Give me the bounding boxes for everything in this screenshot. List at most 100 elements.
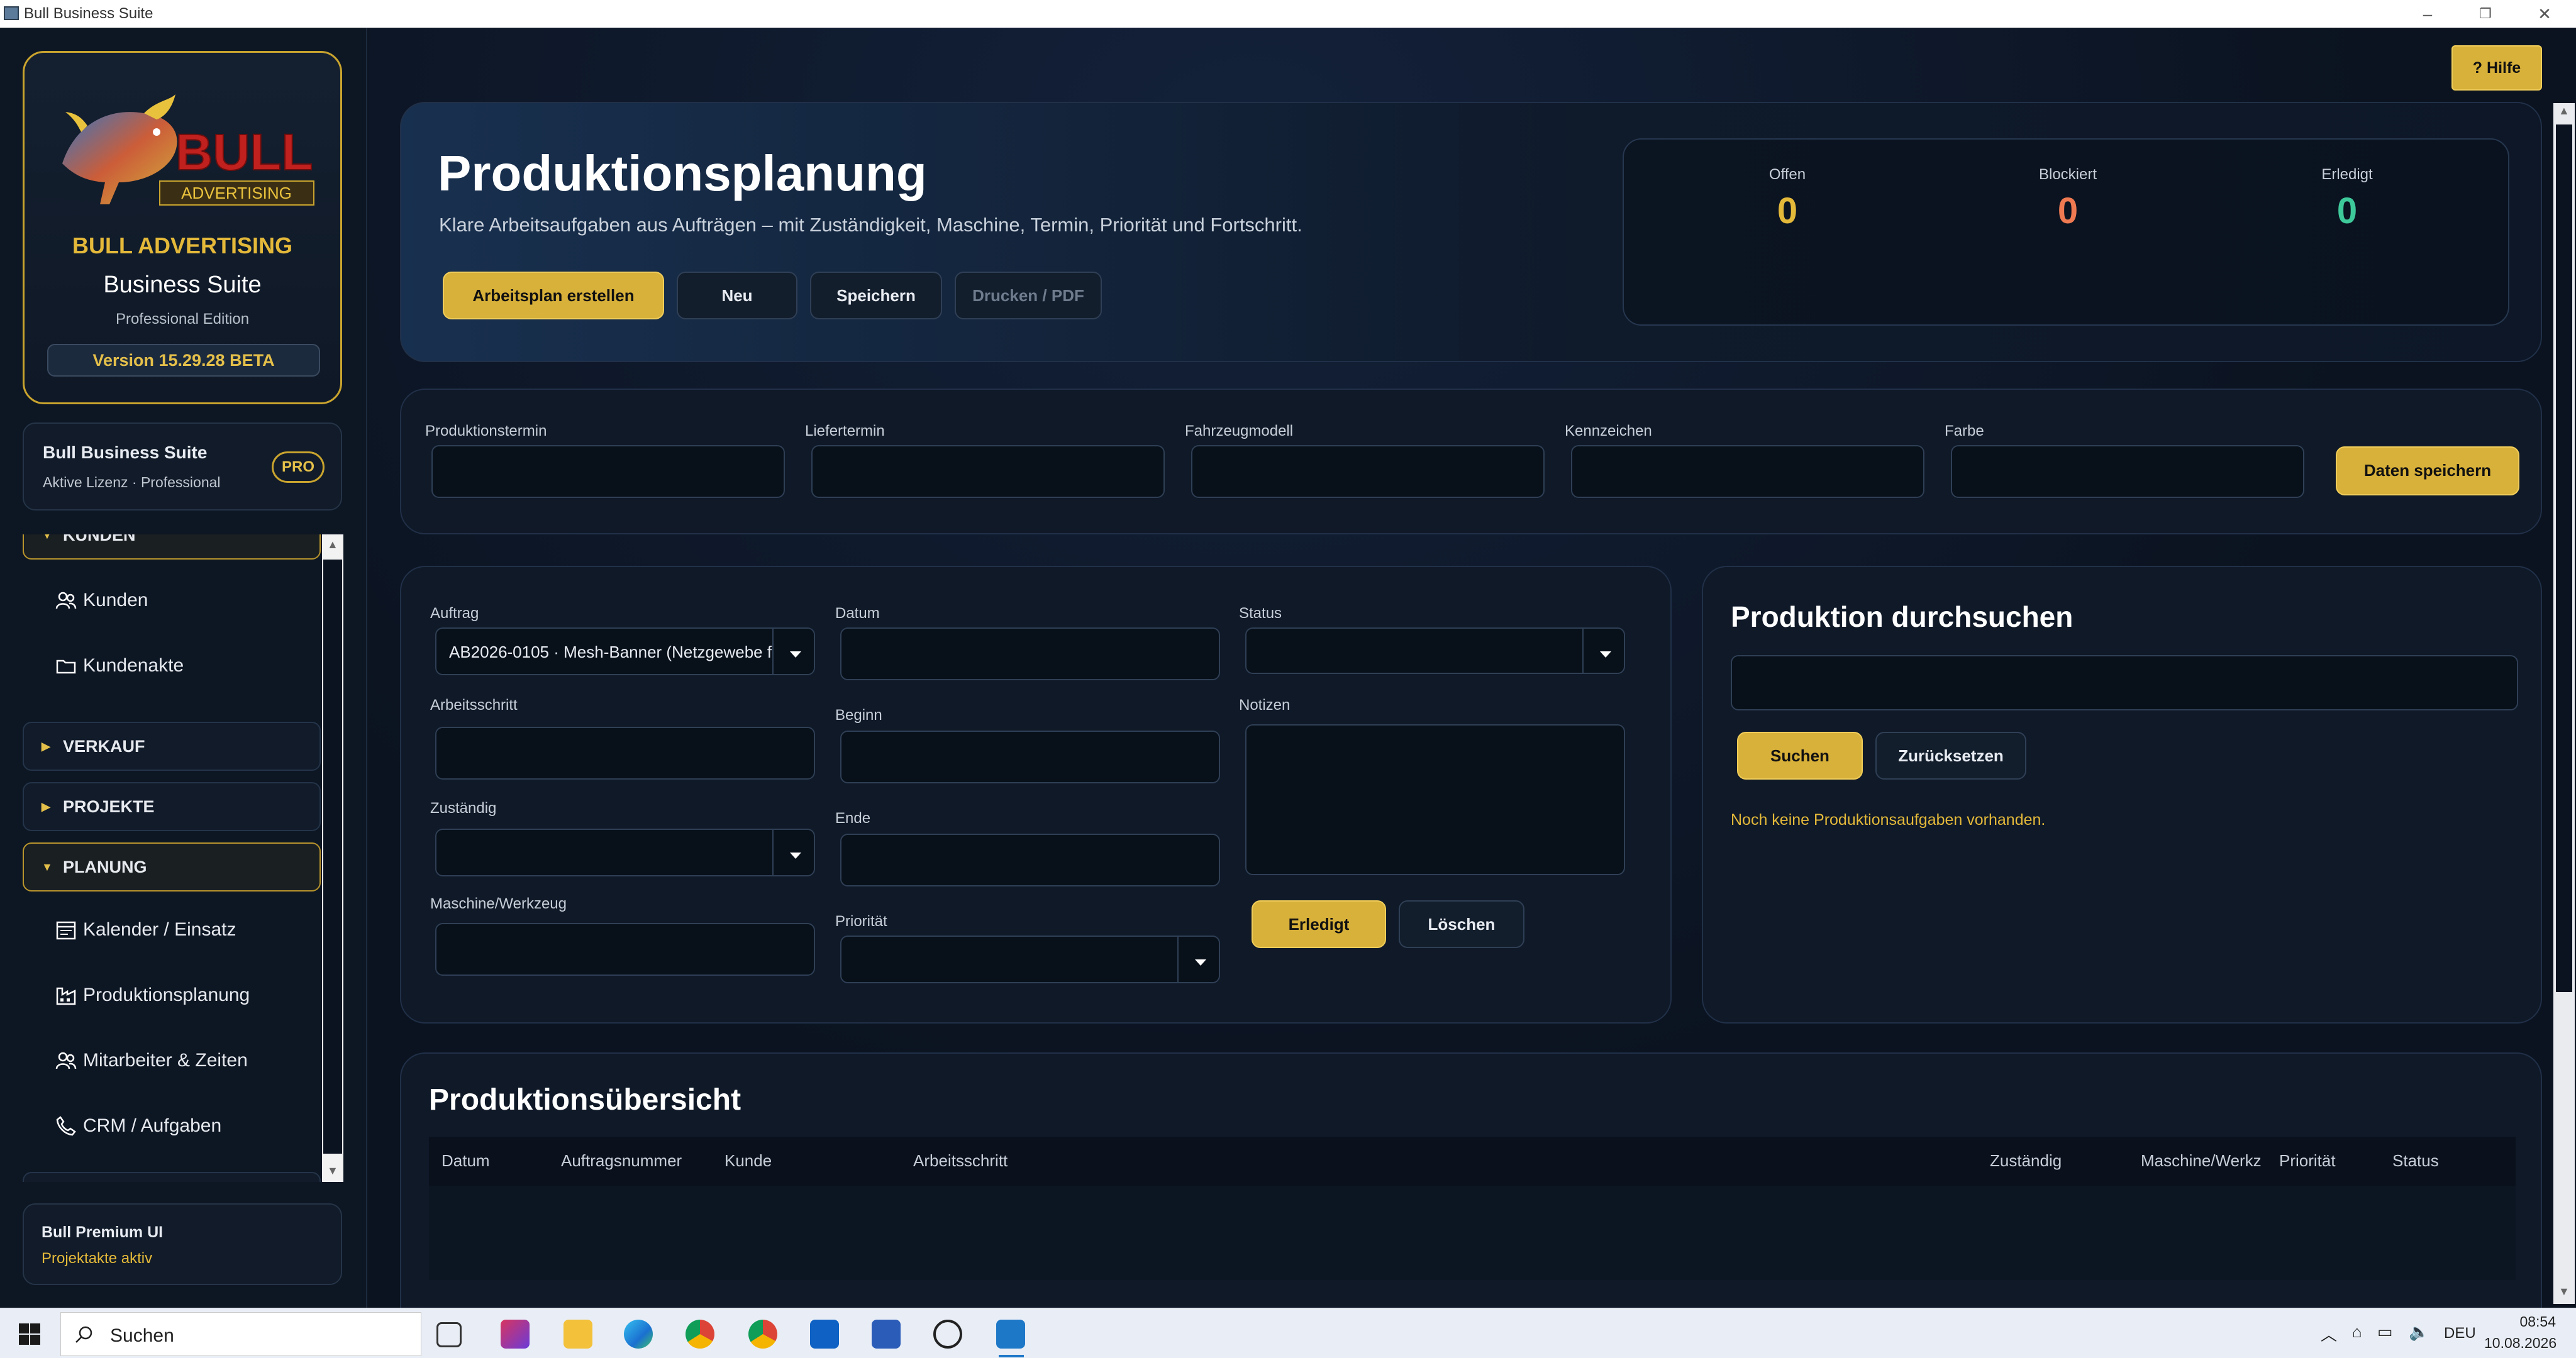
license-card: Bull Business Suite Aktive Lizenz · Prof… [23,422,342,511]
prioritaet-select[interactable] [840,936,1220,983]
nav-item-kundenakte[interactable]: Kundenakte [23,638,321,694]
col-kunde[interactable]: Kunde [724,1137,772,1184]
app-icon-1[interactable] [501,1320,530,1349]
scroll-down-icon[interactable]: ▼ [327,1164,338,1178]
tray-chevron-icon[interactable]: ︿ [2321,1322,2337,1345]
liefertermin-input[interactable] [811,445,1165,498]
taskbar-search[interactable]: Suchen [60,1312,421,1356]
vehicle-panel: Produktionstermin Liefertermin Fahrzeugm… [400,389,2542,534]
nav-item-kunden[interactable]: Kunden [23,572,321,629]
chrome-icon-2[interactable] [748,1320,777,1349]
word-icon[interactable] [872,1320,901,1349]
col-arbeitsschritt[interactable]: Arbeitsschritt [913,1137,1008,1184]
produktionstermin-input[interactable] [431,445,785,498]
auftrag-select[interactable]: AB2026-0105 · Mesh-Banner (Netzgewebe fü… [435,627,815,675]
main-scroll-thumb[interactable] [2556,124,2572,992]
windows-start-icon[interactable] [19,1323,40,1345]
col-zustaendig[interactable]: Zuständig [1990,1137,2062,1184]
svg-text:ADVERTISING: ADVERTISING [181,184,292,202]
language-indicator[interactable]: DEU [2444,1325,2476,1342]
create-plan-button[interactable]: Arbeitsplan erstellen [443,272,664,319]
kennzeichen-input[interactable] [1571,445,1924,498]
save-vehicle-button[interactable]: Daten speichern [2336,446,2519,495]
footer-title: Bull Premium UI [42,1223,164,1241]
clock-date[interactable]: 10.08.2026 [2484,1335,2557,1352]
farbe-input[interactable] [1951,445,2304,498]
liefertermin-label: Liefertermin [805,422,885,439]
volume-icon[interactable]: 🔈 [2409,1322,2429,1342]
display-icon[interactable]: ▭ [2377,1322,2393,1342]
arbeitsschritt-input[interactable] [435,727,815,780]
outlook-icon[interactable] [810,1320,839,1349]
beginn-input[interactable] [840,731,1220,783]
search-title: Produktion durchsuchen [1731,600,2074,633]
col-status[interactable]: Status [2392,1137,2439,1184]
brand-card: BULL ADVERTISING BULL ADVERTISING Busine… [23,51,342,404]
arbeitsschritt-label: Arbeitsschritt [430,697,518,714]
nav-item-crm[interactable]: CRM / Aufgaben [23,1098,321,1154]
scroll-thumb[interactable] [323,560,342,1154]
scroll-up-icon[interactable]: ▲ [327,538,338,551]
done-button[interactable]: Erledigt [1252,900,1386,948]
reset-button[interactable]: Zurücksetzen [1875,732,2026,780]
taskbar-search-label: Suchen [110,1325,174,1346]
nav-item-kalender[interactable]: Kalender / Einsatz [23,902,321,958]
prioritaet-dropdown-icon[interactable] [1177,937,1220,982]
ende-input[interactable] [840,834,1220,886]
file-explorer-icon[interactable] [564,1320,592,1349]
nav-item-produktionsplanung[interactable]: Produktionsplanung [23,967,321,1024]
close-icon[interactable]: ✕ [2526,3,2563,25]
task-view-icon[interactable] [436,1322,462,1347]
datum-input[interactable] [840,627,1220,680]
main-content: ? Hilfe Produktionsplanung Klare Arbeits… [369,28,2576,1317]
nav-section-projekte[interactable]: ▶ PROJEKTE [23,782,321,831]
help-button[interactable]: ? Hilfe [2451,45,2542,91]
save-button[interactable]: Speichern [810,272,942,319]
zustaendig-select[interactable] [435,829,815,876]
fahrzeugmodell-input[interactable] [1191,445,1545,498]
main-scroll-down-icon[interactable]: ▼ [2558,1285,2570,1298]
nav-section-planung[interactable]: ▼ PLANUNG [23,842,321,892]
minimize-icon[interactable]: – [2409,3,2446,25]
overview-panel: Produktionsübersicht Datum Auftragsnumme… [400,1052,2542,1317]
svg-text:BULL: BULL [175,124,313,181]
nav-section-next[interactable] [23,1172,321,1182]
status-select[interactable] [1245,627,1625,674]
stat-blocked: Blockiert 0 [2038,166,2097,231]
license-title: Bull Business Suite [43,443,208,462]
edge-icon[interactable] [624,1320,653,1349]
delete-button[interactable]: Löschen [1399,900,1524,948]
notizen-textarea[interactable] [1245,724,1625,875]
col-prioritaet[interactable]: Priorität [2279,1137,2336,1184]
empty-message: Noch keine Produktionsaufgaben vorhanden… [1731,811,2046,829]
nav-section-verkauf[interactable]: ▶ VERKAUF [23,722,321,771]
print-pdf-button[interactable]: Drucken / PDF [955,272,1102,319]
col-maschine[interactable]: Maschine/Werkz [2141,1137,2262,1184]
prioritaet-label: Priorität [835,913,887,930]
header-panel: Produktionsplanung Klare Arbeitsaufgaben… [400,102,2542,362]
production-search-input[interactable] [1731,655,2518,710]
chatgpt-icon[interactable] [933,1320,962,1349]
stat-done: Erledigt 0 [2321,166,2373,231]
bull-suite-taskbar-icon[interactable] [996,1320,1025,1349]
nav-item-mitarbeiter[interactable]: Mitarbeiter & Zeiten [23,1032,321,1089]
search-button[interactable]: Suchen [1737,732,1863,780]
main-scrollbar[interactable]: ▲ ▼ [2553,103,2575,1304]
chrome-icon[interactable] [686,1320,714,1349]
zustaendig-dropdown-icon[interactable] [772,830,815,875]
search-icon [75,1326,92,1343]
col-auftragsnummer[interactable]: Auftragsnummer [561,1137,682,1184]
restore-icon[interactable]: ❐ [2467,3,2504,25]
edition-label: Professional Edition [115,311,250,328]
status-dropdown-icon[interactable] [1582,629,1625,673]
auftrag-dropdown-icon[interactable] [772,629,814,674]
maschine-input[interactable] [435,923,815,976]
new-button[interactable]: Neu [677,272,797,319]
sidebar-scrollbar[interactable]: ▲ ▼ [322,534,343,1182]
col-datum[interactable]: Datum [441,1137,490,1184]
auftrag-label: Auftrag [430,605,479,622]
clock-time[interactable]: 08:54 [2503,1313,2556,1330]
main-scroll-up-icon[interactable]: ▲ [2558,104,2570,118]
network-icon[interactable]: ⌂ [2352,1322,2362,1342]
nav-section-kunden[interactable]: ▼ KUNDEN [23,534,321,560]
